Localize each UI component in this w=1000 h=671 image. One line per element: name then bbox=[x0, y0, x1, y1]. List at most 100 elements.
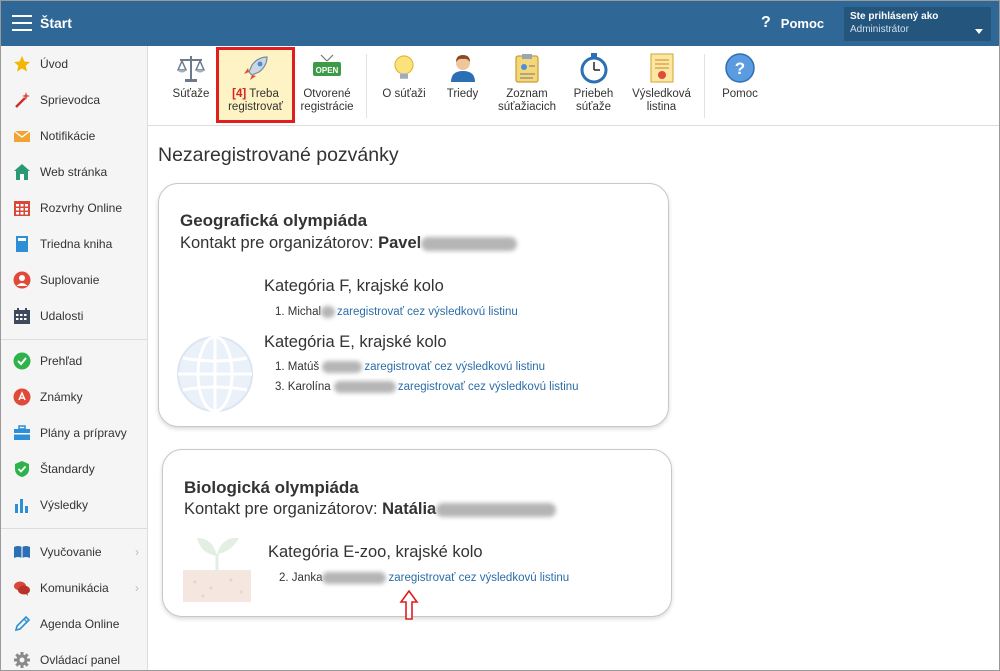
toolbar-label: Pomoc bbox=[722, 88, 758, 100]
toolbar-otvorene-registracie[interactable]: OPEN Otvorené registrácie bbox=[296, 50, 358, 120]
contact-line: Kontakt pre organizátorov: Natália bbox=[184, 500, 557, 519]
toolbar-divider bbox=[366, 54, 367, 118]
toolbar-priebeh-sutaze[interactable]: Priebeh súťaže bbox=[566, 50, 621, 120]
sidebar-item-vysledky[interactable]: Výsledky bbox=[1, 487, 147, 523]
category-title: Kategória E-zoo, krajské kolo bbox=[268, 543, 483, 561]
chevron-right-icon: › bbox=[135, 545, 139, 559]
sidebar-item-label: Prehľad bbox=[40, 354, 83, 368]
house-icon bbox=[13, 163, 31, 181]
certificate-icon bbox=[646, 52, 678, 84]
check-circle-icon bbox=[13, 352, 31, 370]
shield-check-icon bbox=[13, 460, 31, 478]
register-link[interactable]: zaregistrovať cez výsledkovú listinu bbox=[388, 572, 569, 584]
redacted-surname bbox=[333, 381, 396, 393]
sidebar-item-ovladaci-panel[interactable]: Ovládací panel bbox=[1, 642, 147, 670]
contact-name: Pavel bbox=[378, 234, 422, 252]
redacted-surname bbox=[421, 236, 518, 251]
sidebar-item-label: Triedna kniha bbox=[40, 237, 113, 251]
contact-name: Natália bbox=[382, 500, 437, 518]
calendar-icon bbox=[13, 307, 31, 325]
row-number: 1. bbox=[275, 306, 285, 318]
module-toolbar: Súťaže [4] Treba registrovať OPEN Otvore… bbox=[148, 46, 999, 126]
register-link[interactable]: zaregistrovať cez výsledkovú listinu bbox=[364, 361, 545, 373]
participant-name: Karolína bbox=[287, 381, 331, 393]
register-link[interactable]: zaregistrovať cez výsledkovú listinu bbox=[337, 306, 518, 318]
sidebar-item-uvod[interactable]: Úvod bbox=[1, 46, 147, 82]
toolbar-vysledkova-listina[interactable]: Výsledková listina bbox=[624, 50, 699, 120]
register-link[interactable]: zaregistrovať cez výsledkovú listinu bbox=[398, 381, 579, 393]
sidebar: Úvod Sprievodca Notifikácie Web stránka … bbox=[1, 46, 148, 670]
contact-label: Kontakt pre organizátorov: bbox=[184, 500, 378, 518]
timetable-icon bbox=[13, 199, 31, 217]
sidebar-item-label: Web stránka bbox=[40, 165, 108, 179]
row-number: 3. bbox=[275, 381, 285, 393]
sidebar-item-notifikacie[interactable]: Notifikácie bbox=[1, 118, 147, 154]
list-item: 3. Karolína zaregistrovať cez výsledkovú… bbox=[275, 381, 579, 393]
app-window: Štart ? Pomoc Ste prihlásený ako Adminis… bbox=[0, 0, 1000, 671]
toolbar-label: Súťaže bbox=[172, 88, 210, 100]
toolbar-label: Výsledková bbox=[632, 88, 691, 100]
toolbar-treba-registrovat[interactable]: [4] Treba registrovať bbox=[216, 47, 295, 123]
redacted-surname bbox=[321, 306, 336, 318]
open-sign-text: OPEN bbox=[316, 66, 339, 75]
user-menu[interactable]: Ste prihlásený ako Administrátor bbox=[844, 7, 991, 41]
sidebar-item-komunikacia[interactable]: Komunikácia › bbox=[1, 570, 147, 606]
sidebar-item-triedna-kniha[interactable]: Triedna kniha bbox=[1, 226, 147, 262]
contact-line: Kontakt pre organizátorov: Pavel bbox=[180, 234, 518, 253]
briefcase-icon bbox=[13, 424, 31, 442]
help-link[interactable]: ? Pomoc bbox=[761, 14, 824, 32]
gear-icon bbox=[13, 651, 31, 669]
toolbar-o-sutazi[interactable]: O súťaži bbox=[374, 50, 434, 120]
toolbar-label: súťaže bbox=[576, 101, 611, 113]
hamburger-menu-icon[interactable] bbox=[12, 15, 32, 31]
caret-down-icon bbox=[975, 29, 983, 34]
sidebar-item-label: Notifikácie bbox=[40, 129, 96, 143]
star-icon bbox=[13, 55, 31, 73]
toolbar-label: Treba bbox=[249, 88, 279, 100]
sidebar-item-sprievodca[interactable]: Sprievodca bbox=[1, 82, 147, 118]
sidebar-item-label: Plány a prípravy bbox=[40, 426, 127, 440]
redacted-surname bbox=[322, 572, 387, 584]
envelope-icon bbox=[13, 127, 31, 145]
sidebar-item-label: Známky bbox=[40, 390, 83, 404]
list-item: 2. Janka zaregistrovať cez výsledkovú li… bbox=[279, 572, 569, 584]
sidebar-item-plany-a-pripravy[interactable]: Plány a prípravy bbox=[1, 415, 147, 451]
sidebar-item-rozvrhy-online[interactable]: Rozvrhy Online bbox=[1, 190, 147, 226]
sidebar-item-label: Agenda Online bbox=[40, 617, 120, 631]
sidebar-item-agenda-online[interactable]: Agenda Online bbox=[1, 606, 147, 642]
participant-name: Michal bbox=[287, 306, 322, 318]
sidebar-item-udalosti[interactable]: Udalosti bbox=[1, 298, 147, 334]
sidebar-item-web-stranka[interactable]: Web stránka bbox=[1, 154, 147, 190]
globe-icon bbox=[177, 335, 253, 413]
toolbar-divider bbox=[704, 54, 705, 118]
toolbar-triedy[interactable]: Triedy bbox=[435, 50, 490, 120]
redacted-surname bbox=[322, 361, 363, 373]
top-bar: Štart ? Pomoc Ste prihlásený ako Adminis… bbox=[1, 1, 999, 46]
sidebar-item-standardy[interactable]: Štandardy bbox=[1, 451, 147, 487]
rocket-icon bbox=[240, 52, 272, 84]
sidebar-item-vyucovanie[interactable]: Vyučovanie › bbox=[1, 534, 147, 570]
sidebar-item-znamky[interactable]: Známky bbox=[1, 379, 147, 415]
toolbar-pomoc[interactable]: ? Pomoc bbox=[712, 50, 768, 120]
help-label: Pomoc bbox=[780, 15, 825, 31]
open-sign-icon: OPEN bbox=[311, 52, 343, 84]
app-title[interactable]: Štart bbox=[40, 15, 72, 31]
list-item: 1. Matúš zaregistrovať cez výsledkovú li… bbox=[275, 361, 545, 373]
sidebar-item-label: Rozvrhy Online bbox=[40, 201, 123, 215]
sidebar-item-label: Suplovanie bbox=[40, 273, 100, 287]
person-icon bbox=[13, 271, 31, 289]
student-icon bbox=[447, 52, 479, 84]
list-item: 1. Michal zaregistrovať cez výsledkovú l… bbox=[275, 306, 518, 318]
open-book-icon bbox=[13, 543, 31, 561]
sidebar-item-label: Komunikácia bbox=[40, 581, 109, 595]
sidebar-item-suplovanie[interactable]: Suplovanie bbox=[1, 262, 147, 298]
contact-label: Kontakt pre organizátorov: bbox=[180, 234, 374, 252]
redacted-surname bbox=[436, 502, 557, 517]
sidebar-item-label: Výsledky bbox=[40, 498, 89, 512]
toolbar-zoznam-sutaziacich[interactable]: Zoznam súťažiacich bbox=[491, 50, 563, 120]
sidebar-item-prehlad[interactable]: Prehľad bbox=[1, 343, 147, 379]
participant-name: Matúš bbox=[287, 361, 320, 373]
toolbar-label: listina bbox=[646, 101, 677, 113]
toolbar-souteze[interactable]: Súťaže bbox=[166, 50, 216, 120]
question-mark-icon: ? bbox=[761, 14, 771, 31]
